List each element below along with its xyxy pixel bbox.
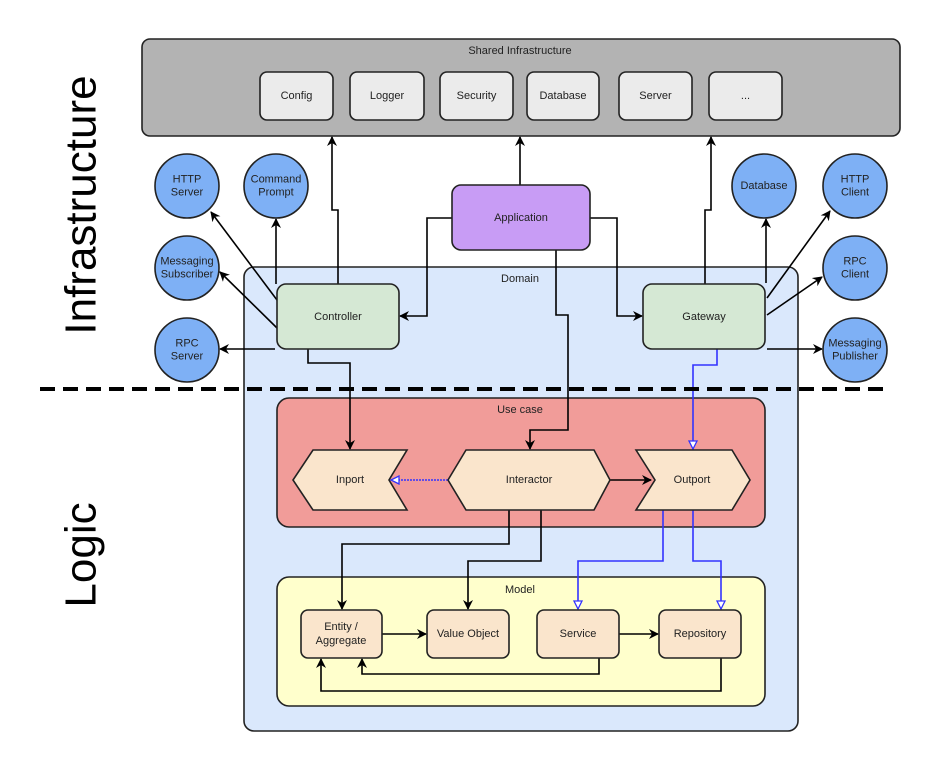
circle-label: RPC	[175, 337, 198, 349]
gateway-node: Gateway	[642, 283, 766, 350]
logic-layer-label: Logic	[57, 502, 106, 607]
shared-item: ...	[708, 71, 783, 121]
application-label: Application	[494, 212, 548, 224]
outport-label: Outport	[674, 474, 711, 486]
entity-aggregate-node: Entity / Aggregate	[300, 609, 383, 659]
application-node: Application	[451, 184, 591, 251]
interactor-label: Interactor	[506, 474, 553, 486]
repository-node: Repository	[658, 609, 742, 659]
circle-label: Messaging	[828, 337, 881, 349]
shared-item: Config	[259, 71, 334, 121]
circle-label: Client	[841, 186, 869, 198]
circle-label: Prompt	[258, 186, 293, 198]
circle-label: Publisher	[832, 350, 878, 362]
external-http-server: HTTPServer	[154, 153, 220, 219]
external-http-client: HTTPClient	[822, 153, 888, 219]
value-object-node: Value Object	[426, 609, 510, 659]
shared-item-label: ...	[741, 90, 750, 102]
external-command-prompt: CommandPrompt	[243, 153, 309, 219]
circle-label: RPC	[843, 255, 866, 267]
value-object-label: Value Object	[437, 628, 499, 640]
controller-label: Controller	[314, 311, 362, 323]
domain-title: Domain	[501, 273, 539, 285]
external-rpc-server: RPCServer	[154, 317, 220, 383]
repository-label: Repository	[674, 628, 727, 640]
shared-infrastructure-title: Shared Infrastructure	[468, 45, 571, 57]
inport-label: Inport	[336, 474, 364, 486]
circle-label: Subscriber	[161, 268, 214, 280]
entity-label-line-2: Aggregate	[316, 635, 367, 647]
clean-architecture-diagram: Infrastructure Logic Shared Infrastructu…	[40, 38, 901, 732]
circle-label: Database	[740, 180, 787, 192]
shared-infrastructure: Shared Infrastructure Config Logger Securi…	[141, 38, 901, 137]
edge-controller-shared	[327, 136, 339, 284]
interactor-node: Interactor	[447, 449, 611, 511]
edge-gateway-shared	[704, 136, 716, 284]
circle-label: Messaging	[160, 255, 213, 267]
circle-label: HTTP	[173, 173, 202, 185]
usecase-title: Use case	[497, 404, 543, 416]
circle-label: HTTP	[841, 173, 870, 185]
shared-item: Logger	[349, 71, 425, 121]
circle-label: Server	[171, 350, 204, 362]
shared-item-label: Database	[539, 90, 586, 102]
shared-item-label: Server	[639, 90, 672, 102]
circle-label: Server	[171, 186, 204, 198]
service-node: Service	[536, 609, 620, 659]
shared-item-label: Security	[457, 90, 497, 102]
model-title: Model	[505, 584, 535, 596]
controller-node: Controller	[276, 283, 400, 350]
circle-label: Client	[841, 268, 869, 280]
external-messaging-subscriber: MessagingSubscriber	[154, 235, 220, 301]
shared-item-label: Config	[281, 90, 313, 102]
shared-item: Server	[618, 71, 693, 121]
inport-node: Inport	[292, 449, 409, 511]
service-label: Service	[560, 628, 597, 640]
infrastructure-layer-label: Infrastructure	[57, 75, 106, 334]
shared-item: Database	[526, 71, 600, 121]
circle-label: Command	[251, 173, 302, 185]
external-rpc-client: RPCClient	[822, 235, 888, 301]
shared-item-label: Logger	[370, 90, 405, 102]
external-messaging-publisher: MessagingPublisher	[822, 317, 888, 383]
external-database: Database	[731, 153, 797, 219]
gateway-label: Gateway	[682, 311, 726, 323]
shared-item: Security	[439, 71, 514, 121]
entity-label-line-1: Entity /	[324, 621, 359, 633]
